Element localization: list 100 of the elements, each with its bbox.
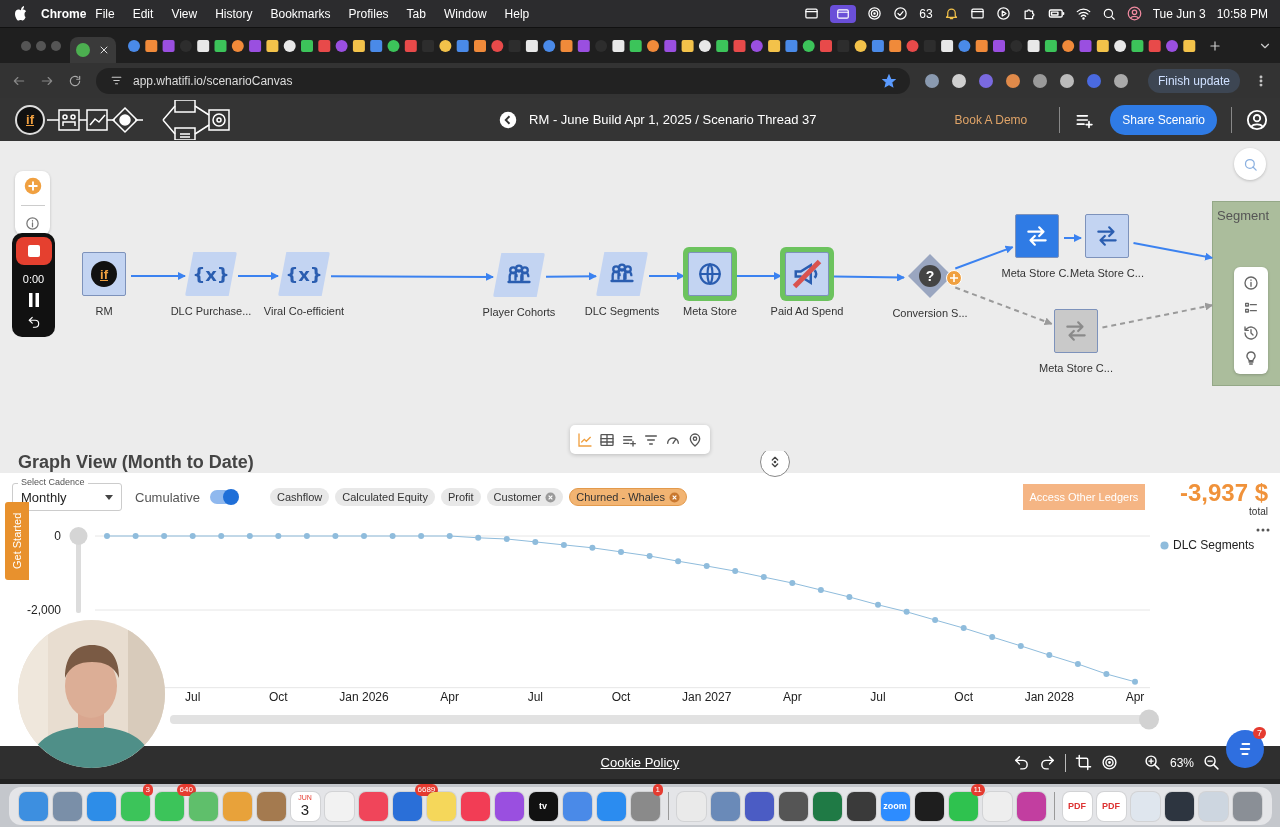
axis-label: Jan 2026 xyxy=(339,690,389,704)
data-point xyxy=(418,533,425,539)
filter-chip[interactable]: Calculated Equity xyxy=(335,488,435,506)
close-icon[interactable] xyxy=(98,44,110,56)
cookie-policy-link[interactable]: Cookie Policy xyxy=(600,755,680,770)
account-icon[interactable] xyxy=(1246,108,1268,131)
wifi-icon[interactable] xyxy=(1075,6,1091,21)
new-tab-icon[interactable] xyxy=(1208,38,1222,53)
node-tile[interactable] xyxy=(493,253,545,297)
menu-item[interactable]: Tab xyxy=(397,6,435,21)
table-view-icon[interactable] xyxy=(599,431,615,448)
app-icon[interactable]: PDF xyxy=(1096,791,1126,821)
cumulative-toggle[interactable] xyxy=(210,490,239,504)
restart-icon[interactable] xyxy=(26,315,41,329)
app-icon[interactable] xyxy=(778,791,808,821)
megaphone-icon xyxy=(792,259,822,289)
app-icon[interactable] xyxy=(846,791,876,821)
bookmark-star-icon[interactable] xyxy=(881,73,896,88)
menu-item[interactable]: File xyxy=(86,6,124,21)
redo-icon[interactable] xyxy=(1038,754,1056,771)
zoom-in-icon[interactable] xyxy=(1143,754,1161,771)
axis-label: Apr xyxy=(1125,690,1145,704)
target-icon[interactable] xyxy=(1100,754,1118,771)
node-tile[interactable] xyxy=(1085,214,1129,258)
window-icon[interactable] xyxy=(804,6,820,21)
zoom-level: 63% xyxy=(1169,755,1194,770)
node-tile[interactable]: if xyxy=(82,252,126,296)
search-icon[interactable] xyxy=(1101,6,1116,21)
menu-item[interactable]: History xyxy=(206,6,262,21)
finish-update-button[interactable]: Finish update xyxy=(1147,68,1240,93)
node-tile[interactable] xyxy=(596,252,648,296)
data-point xyxy=(960,625,967,632)
check-circle-icon[interactable] xyxy=(893,6,909,21)
undo-icon[interactable] xyxy=(1012,754,1030,771)
address-bar[interactable]: app.whatifi.io/scenarioCanvas xyxy=(96,67,910,94)
app-icon[interactable]: tv xyxy=(528,791,558,821)
node-label: Meta Store xyxy=(683,305,737,317)
filter-chip[interactable]: Cashflow xyxy=(270,488,330,506)
reload-icon[interactable] xyxy=(68,73,82,88)
menu-item[interactable]: Bookmarks xyxy=(261,6,340,21)
window-icon[interactable] xyxy=(969,6,985,21)
remove-icon[interactable] xyxy=(545,491,557,503)
filter-chip[interactable]: Customer xyxy=(486,488,564,506)
filter-chip[interactable]: Profit xyxy=(440,488,481,506)
list-icon[interactable] xyxy=(1243,300,1259,316)
play-icon[interactable] xyxy=(995,6,1011,21)
horizontal-scrollbar[interactable] xyxy=(170,709,1159,730)
app-text: PDF xyxy=(1102,801,1120,811)
data-point xyxy=(161,533,168,539)
axis-label: -2,000 xyxy=(26,603,61,617)
data-point xyxy=(732,568,739,575)
pause-icon[interactable] xyxy=(27,293,40,307)
app-icon[interactable] xyxy=(1164,791,1194,821)
user-icon[interactable] xyxy=(1126,6,1142,21)
app-icon[interactable]: PDF xyxy=(1062,791,1092,821)
menu-item[interactable]: Profiles xyxy=(339,6,398,21)
browser-tab[interactable] xyxy=(70,37,116,63)
notification-badge: 1 xyxy=(652,783,663,796)
logo-icon[interactable] xyxy=(14,6,27,21)
site-settings-icon[interactable] xyxy=(110,74,123,87)
node-label: Paid Ad Spend xyxy=(770,305,844,317)
data-point xyxy=(132,533,139,539)
zoom-out-icon[interactable] xyxy=(1203,754,1220,771)
node-tile[interactable]: {x} xyxy=(185,252,237,296)
data-point xyxy=(332,533,339,539)
crop-icon[interactable] xyxy=(1074,754,1092,771)
app-menu[interactable]: Chrome xyxy=(27,6,87,21)
bulb-icon[interactable] xyxy=(1243,350,1259,366)
recording-time: 0:00 xyxy=(22,273,45,285)
share-scenario-button[interactable]: Share Scenario xyxy=(1110,104,1217,135)
node-tile[interactable]: {x} xyxy=(278,252,330,296)
data-point xyxy=(618,548,624,555)
back-icon[interactable] xyxy=(499,110,518,129)
menu-item[interactable]: Window xyxy=(434,6,496,21)
book-demo-link[interactable]: Book A Demo xyxy=(954,112,1028,127)
toggle-label: Cumulative xyxy=(135,489,201,505)
menubar-time[interactable]: 10:58 PM xyxy=(1216,6,1268,21)
menu-item[interactable]: View xyxy=(162,6,207,21)
info-icon[interactable] xyxy=(1243,275,1259,291)
info-icon[interactable] xyxy=(25,216,40,231)
menu-item[interactable]: Help xyxy=(495,6,539,21)
axis-label: Oct xyxy=(954,690,973,704)
stop-recording-button[interactable] xyxy=(15,237,52,265)
more-icon[interactable] xyxy=(1256,528,1270,532)
range-slider[interactable] xyxy=(69,527,88,613)
filter-chip[interactable]: Churned - Whales xyxy=(569,488,687,506)
menu-item[interactable]: Edit xyxy=(123,6,163,21)
node-label: Conversion S... xyxy=(892,307,968,319)
screen-share-indicator[interactable] xyxy=(830,4,857,23)
bell-icon[interactable] xyxy=(943,6,959,21)
history-icon[interactable] xyxy=(1243,325,1259,341)
data-point xyxy=(1103,671,1110,677)
pin-view-icon[interactable] xyxy=(687,431,703,448)
puzzle-icon[interactable] xyxy=(1021,6,1037,21)
menubar-date[interactable]: Tue Jun 3 xyxy=(1152,6,1206,21)
node-tile[interactable] xyxy=(1015,214,1059,258)
scenario-title: RM - June Build Apr 1, 2025 / Scenario Thread 37 xyxy=(529,112,817,127)
app-icon[interactable] xyxy=(914,791,944,821)
remove-icon[interactable] xyxy=(668,491,680,503)
logo[interactable]: if xyxy=(15,104,45,135)
